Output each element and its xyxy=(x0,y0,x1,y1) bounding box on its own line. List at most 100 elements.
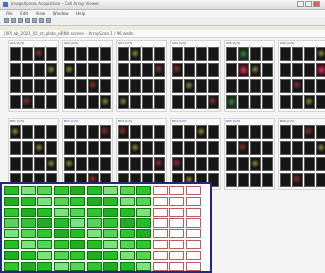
image-thumbnail[interactable] xyxy=(238,95,249,109)
image-thumbnail[interactable] xyxy=(280,95,291,109)
plate-well[interactable] xyxy=(20,186,36,196)
plate-well[interactable] xyxy=(169,240,184,250)
close-button[interactable] xyxy=(313,1,320,7)
image-thumbnail[interactable] xyxy=(262,173,273,187)
plate-well[interactable] xyxy=(37,240,52,250)
plate-well[interactable] xyxy=(103,250,118,261)
image-thumbnail[interactable] xyxy=(142,157,153,171)
plate-well[interactable] xyxy=(136,240,151,250)
image-thumbnail[interactable] xyxy=(226,157,237,171)
plate-well[interactable] xyxy=(20,207,36,217)
plate-well[interactable] xyxy=(136,186,151,196)
image-thumbnail[interactable] xyxy=(22,125,33,139)
plate-well[interactable] xyxy=(136,196,151,207)
image-thumbnail[interactable] xyxy=(88,63,99,77)
image-thumbnail[interactable] xyxy=(46,141,57,155)
image-thumbnail[interactable] xyxy=(208,47,219,61)
image-thumbnail[interactable] xyxy=(46,95,57,109)
image-thumbnail[interactable] xyxy=(226,141,237,155)
image-thumbnail[interactable] xyxy=(64,63,75,77)
image-thumbnail[interactable] xyxy=(76,47,87,61)
image-thumbnail[interactable] xyxy=(280,125,291,139)
image-thumbnail[interactable] xyxy=(88,79,99,93)
image-thumbnail[interactable] xyxy=(292,173,303,187)
image-thumbnail[interactable] xyxy=(172,157,183,171)
image-thumbnail[interactable] xyxy=(250,95,261,109)
image-thumbnail[interactable] xyxy=(10,157,21,171)
image-thumbnail[interactable] xyxy=(172,95,183,109)
plate-well[interactable] xyxy=(37,250,52,261)
menu-edit[interactable]: Edit xyxy=(20,10,28,17)
image-thumbnail[interactable] xyxy=(238,157,249,171)
image-thumbnail[interactable] xyxy=(250,79,261,93)
plate-well[interactable] xyxy=(136,261,151,271)
image-thumbnail[interactable] xyxy=(304,47,315,61)
image-thumbnail[interactable] xyxy=(262,125,273,139)
minimize-button[interactable] xyxy=(297,1,304,7)
plate-well[interactable] xyxy=(70,261,85,271)
image-thumbnail[interactable] xyxy=(142,95,153,109)
image-thumbnail[interactable] xyxy=(304,63,315,77)
plate-well[interactable] xyxy=(20,250,36,261)
plate-well[interactable] xyxy=(20,261,36,271)
image-thumbnail[interactable] xyxy=(100,47,111,61)
image-thumbnail[interactable] xyxy=(34,157,45,171)
image-thumbnail[interactable] xyxy=(196,125,207,139)
image-thumbnail[interactable] xyxy=(22,157,33,171)
image-thumbnail[interactable] xyxy=(172,125,183,139)
image-thumbnail[interactable] xyxy=(64,79,75,93)
plate-well[interactable] xyxy=(152,218,168,228)
plate-well[interactable] xyxy=(169,218,184,228)
image-thumbnail[interactable] xyxy=(46,125,57,139)
image-thumbnail[interactable] xyxy=(34,47,45,61)
image-thumbnail[interactable] xyxy=(184,79,195,93)
image-thumbnail[interactable] xyxy=(292,47,303,61)
image-thumbnail[interactable] xyxy=(130,79,141,93)
image-thumbnail[interactable] xyxy=(46,63,57,77)
plate-well[interactable] xyxy=(119,196,135,207)
image-thumbnail[interactable] xyxy=(88,95,99,109)
image-thumbnail[interactable] xyxy=(64,95,75,109)
image-thumbnail[interactable] xyxy=(76,95,87,109)
image-thumbnail[interactable] xyxy=(118,79,129,93)
image-thumbnail[interactable] xyxy=(292,79,303,93)
image-thumbnail[interactable] xyxy=(100,63,111,77)
image-thumbnail[interactable] xyxy=(46,79,57,93)
image-thumbnail[interactable] xyxy=(10,95,21,109)
plate-well[interactable] xyxy=(185,250,201,261)
plate-well[interactable] xyxy=(86,261,102,271)
image-thumbnail[interactable] xyxy=(34,79,45,93)
plate-well[interactable] xyxy=(86,250,102,261)
image-thumbnail[interactable] xyxy=(316,173,325,187)
plate-well[interactable] xyxy=(4,261,19,271)
image-thumbnail[interactable] xyxy=(118,125,129,139)
menu-view[interactable]: View xyxy=(36,10,46,17)
plate-map[interactable] xyxy=(0,182,212,273)
image-thumbnail[interactable] xyxy=(46,157,57,171)
image-thumbnail[interactable] xyxy=(238,63,249,77)
image-thumbnail[interactable] xyxy=(172,79,183,93)
image-thumbnail[interactable] xyxy=(100,95,111,109)
image-thumbnail[interactable] xyxy=(142,141,153,155)
image-thumbnail[interactable] xyxy=(76,141,87,155)
image-thumbnail[interactable] xyxy=(130,141,141,155)
image-thumbnail[interactable] xyxy=(196,63,207,77)
plate-well[interactable] xyxy=(4,229,19,239)
settings-tool-icon[interactable] xyxy=(39,18,44,23)
image-thumbnail[interactable] xyxy=(22,141,33,155)
image-thumbnail[interactable] xyxy=(196,79,207,93)
image-thumbnail[interactable] xyxy=(316,141,325,155)
grid-tool-icon[interactable] xyxy=(32,18,37,23)
well-panel[interactable]: B03 [1/3] xyxy=(116,118,167,190)
plate-well[interactable] xyxy=(37,186,52,196)
plate-well[interactable] xyxy=(136,229,151,239)
image-thumbnail[interactable] xyxy=(34,95,45,109)
save-tool-icon[interactable] xyxy=(11,18,16,23)
well-panel[interactable]: B05 [1/3] xyxy=(224,118,275,190)
image-thumbnail[interactable] xyxy=(250,47,261,61)
image-thumbnail[interactable] xyxy=(142,63,153,77)
image-thumbnail[interactable] xyxy=(76,79,87,93)
plate-well[interactable] xyxy=(119,240,135,250)
plate-well[interactable] xyxy=(37,261,52,271)
plate-well[interactable] xyxy=(86,218,102,228)
